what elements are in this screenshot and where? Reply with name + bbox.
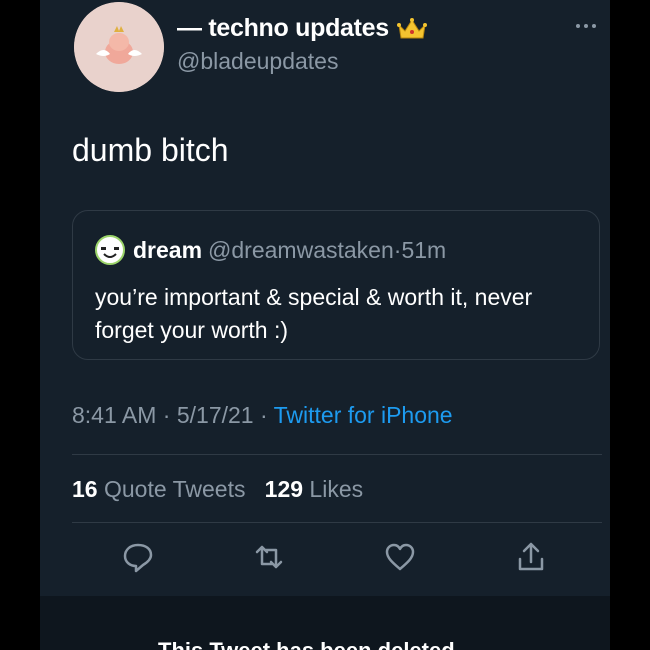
quoted-avatar xyxy=(95,235,125,265)
quoted-name: dream xyxy=(133,236,203,263)
tweet-date: 5/17/21 xyxy=(176,402,254,428)
user-handle[interactable]: @bladeupdates xyxy=(177,48,338,75)
divider xyxy=(72,454,602,455)
crown-icon xyxy=(396,17,427,38)
display-name[interactable]: — techno updates xyxy=(177,14,427,43)
quote-count: 16 xyxy=(72,476,98,502)
tweet-time: 8:41 AM xyxy=(72,402,157,428)
profile-avatar[interactable] xyxy=(74,2,164,92)
like-count: 129 xyxy=(264,476,304,502)
tweet-stats: 16 Quote Tweets 129 Likes xyxy=(72,476,363,503)
retweet-icon[interactable] xyxy=(252,540,286,574)
reply-icon[interactable] xyxy=(121,540,155,574)
quoted-handle: @dreamwastaken xyxy=(208,236,394,263)
tweet-meta: 8:41 AM · 5/17/21 · Twitter for iPhone xyxy=(72,402,453,429)
quoted-tweet-header: dream @dreamwastaken · 51m xyxy=(95,235,446,265)
tweet-source-link[interactable]: Twitter for iPhone xyxy=(274,402,453,428)
meta-separator: · xyxy=(253,402,274,428)
quoted-text: you’re important & special & worth it, n… xyxy=(95,284,533,343)
deleted-tweet-text: This Tweet has been deleted xyxy=(158,638,455,650)
display-name-text[interactable]: — techno updates xyxy=(177,14,389,43)
likes-stat[interactable]: 129 Likes xyxy=(265,476,363,502)
quoted-age: 51m xyxy=(401,236,447,263)
share-icon[interactable] xyxy=(514,540,548,574)
deleted-tweet-notice: This Tweet has been deleted xyxy=(40,596,610,650)
like-label: Likes xyxy=(309,476,364,502)
quoted-separator: · xyxy=(393,236,402,263)
tweet-text: dumb bitch xyxy=(72,132,229,168)
like-icon[interactable] xyxy=(383,540,417,574)
divider xyxy=(72,522,602,523)
action-bar xyxy=(40,540,610,580)
quote-label: Quote Tweets xyxy=(103,476,246,502)
meta-separator: · xyxy=(156,402,177,428)
tweet-screen: — techno updates @bladeupdates dumb bitc… xyxy=(40,0,610,650)
more-options-icon[interactable] xyxy=(574,20,598,32)
quote-tweets-stat[interactable]: 16 Quote Tweets xyxy=(72,476,245,502)
quoted-tweet-card[interactable]: dream @dreamwastaken · 51m you’re import… xyxy=(72,210,600,360)
